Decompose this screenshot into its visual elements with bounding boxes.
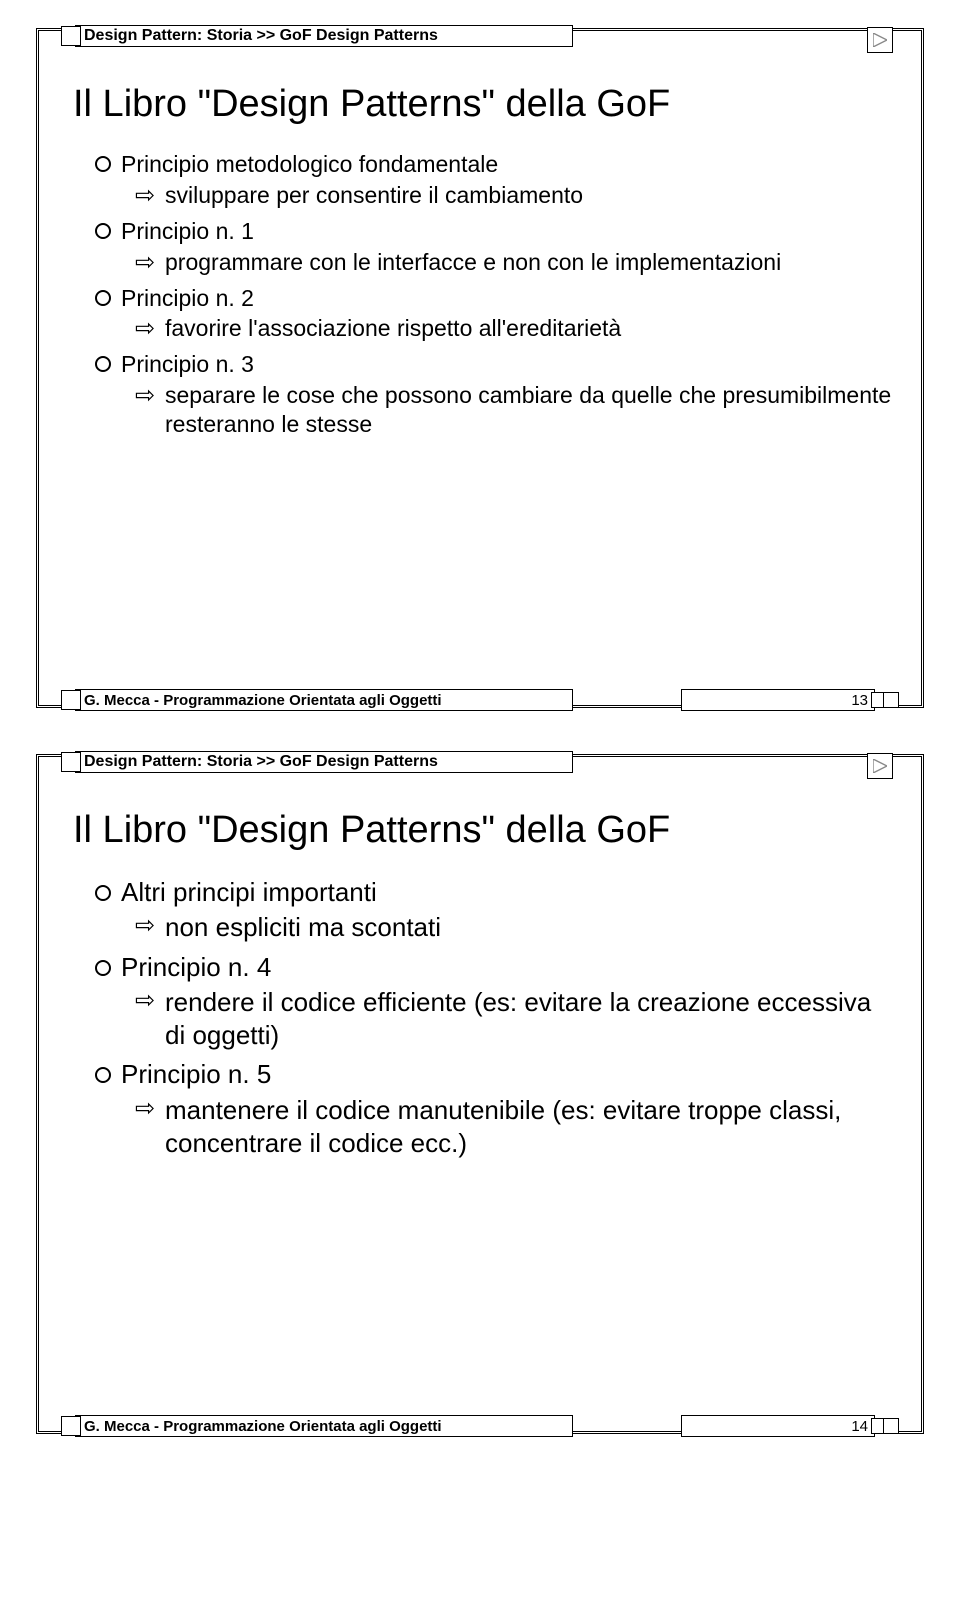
list-subitem-label: favorire l'associazione rispetto all'ere… [165, 314, 895, 344]
list-item-label: Principio n. 2 [121, 284, 895, 313]
breadcrumb: Design Pattern: Storia >> GoF Design Pat… [75, 751, 573, 773]
list-subitem: ⇨non espliciti ma scontati [135, 911, 895, 944]
list-item-label: Principio n. 3 [121, 350, 895, 379]
list-subitem-label: separare le cose che possono cambiare da… [165, 381, 895, 439]
page-number: 13 [681, 689, 875, 711]
footer-decoration: G. Mecca - Programmazione Orientata agli… [61, 1415, 573, 1437]
footer-page-group: 13 [681, 689, 899, 711]
list-subitem: ⇨separare le cose che possono cambiare d… [135, 381, 895, 439]
list-item: Principio n. 4 [95, 951, 895, 984]
footer-text: G. Mecca - Programmazione Orientata agli… [75, 689, 573, 711]
list-item-label: Altri principi importanti [121, 876, 895, 909]
list-subitem: ⇨rendere il codice efficiente (es: evita… [135, 986, 895, 1053]
slide-page-13: Design Pattern: Storia >> GoF Design Pat… [0, 0, 960, 726]
list-subitem-label: rendere il codice efficiente (es: evitar… [165, 986, 895, 1053]
arrow-right-icon: ⇨ [135, 381, 165, 439]
header-decoration: Design Pattern: Storia >> GoF Design Pat… [61, 25, 573, 47]
list-item: Principio n. 1 [95, 217, 895, 246]
list-subitem: ⇨sviluppare per consentire il cambiament… [135, 181, 895, 211]
footer-page-group: 14 [681, 1415, 899, 1437]
slide-title: Il Libro "Design Patterns" della GoF [73, 809, 895, 852]
list-subitem-label: programmare con le interfacce e non con … [165, 248, 895, 278]
deco-square-icon [61, 752, 81, 772]
slide-page-14: Design Pattern: Storia >> GoF Design Pat… [0, 726, 960, 1452]
deco-square-icon [883, 692, 899, 708]
deco-square-icon [61, 1416, 81, 1436]
breadcrumb: Design Pattern: Storia >> GoF Design Pat… [75, 25, 573, 47]
header-decoration: Design Pattern: Storia >> GoF Design Pat… [61, 751, 573, 773]
slide-content: Altri principi importanti ⇨non espliciti… [95, 876, 895, 1160]
list-item-label: Principio n. 4 [121, 951, 895, 984]
slide-frame: Design Pattern: Storia >> GoF Design Pat… [36, 754, 924, 1434]
page-number: 14 [681, 1415, 875, 1437]
footer-text: G. Mecca - Programmazione Orientata agli… [75, 1415, 573, 1437]
deco-square-icon [61, 26, 81, 46]
deco-square-icon [883, 1418, 899, 1434]
arrow-right-icon: ⇨ [135, 248, 165, 278]
list-item: Principio n. 2 [95, 284, 895, 313]
list-subitem: ⇨favorire l'associazione rispetto all'er… [135, 314, 895, 344]
arrow-right-icon: ⇨ [135, 986, 165, 1053]
arrow-right-icon: ⇨ [135, 314, 165, 344]
next-icon [867, 753, 893, 779]
deco-square-icon [61, 690, 81, 710]
list-subitem: ⇨programmare con le interfacce e non con… [135, 248, 895, 278]
list-item-label: Principio metodologico fondamentale [121, 150, 895, 179]
arrow-right-icon: ⇨ [135, 911, 165, 944]
list-subitem-label: sviluppare per consentire il cambiamento [165, 181, 895, 211]
list-item-label: Principio n. 1 [121, 217, 895, 246]
list-item: Principio metodologico fondamentale [95, 150, 895, 179]
list-subitem: ⇨mantenere il codice manutenibile (es: e… [135, 1094, 895, 1161]
list-subitem-label: non espliciti ma scontati [165, 911, 895, 944]
slide-content: Principio metodologico fondamentale ⇨svi… [95, 150, 895, 439]
list-item: Principio n. 3 [95, 350, 895, 379]
footer-decoration: G. Mecca - Programmazione Orientata agli… [61, 689, 573, 711]
list-item-label: Principio n. 5 [121, 1058, 895, 1091]
list-subitem-label: mantenere il codice manutenibile (es: ev… [165, 1094, 895, 1161]
arrow-right-icon: ⇨ [135, 181, 165, 211]
list-item: Principio n. 5 [95, 1058, 895, 1091]
next-icon [867, 27, 893, 53]
slide-title: Il Libro "Design Patterns" della GoF [73, 83, 895, 126]
slide-frame: Design Pattern: Storia >> GoF Design Pat… [36, 28, 924, 708]
list-item: Altri principi importanti [95, 876, 895, 909]
arrow-right-icon: ⇨ [135, 1094, 165, 1161]
